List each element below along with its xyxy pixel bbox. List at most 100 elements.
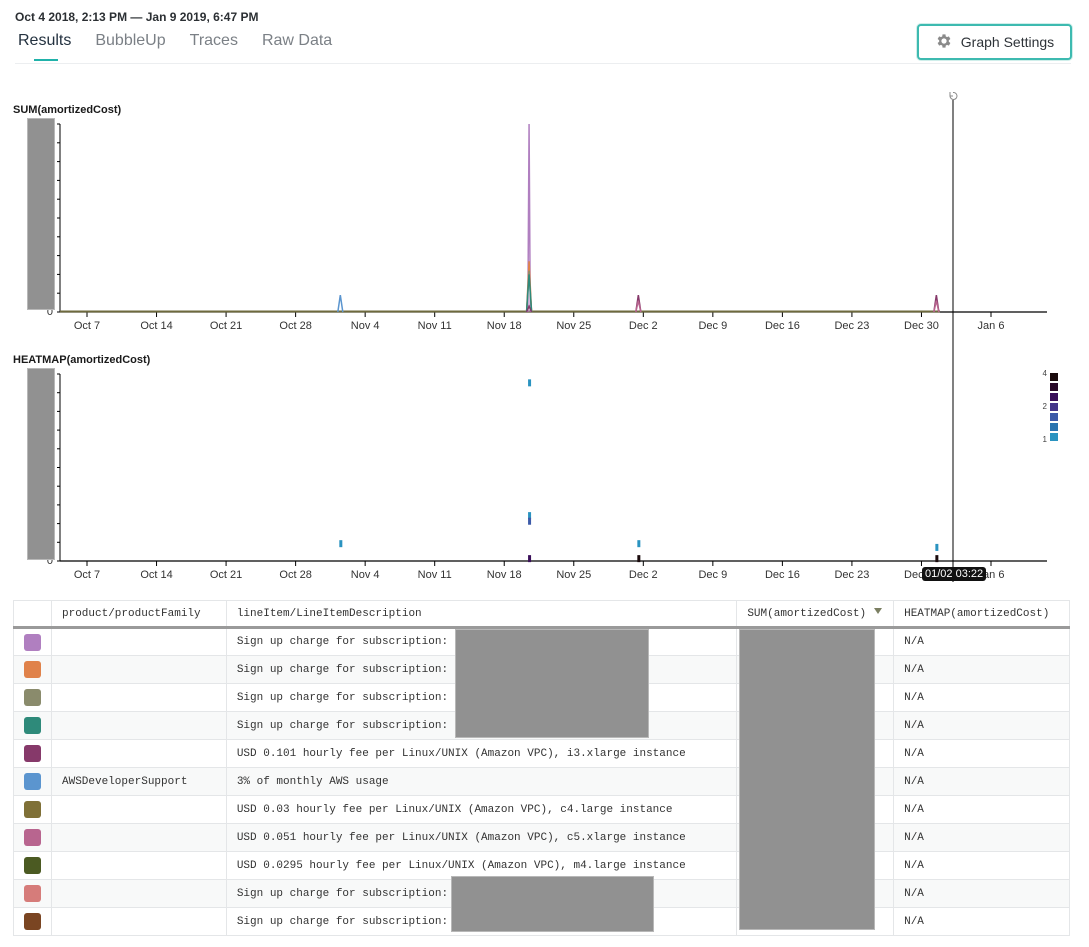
series-color-swatch[interactable] [24,857,41,874]
heatmap-cell [528,517,532,525]
reset-arrow [949,92,953,97]
row-color-cell [13,879,52,908]
x-tick-label: Oct 21 [210,569,242,581]
legend-label: 1 [1043,435,1048,444]
column-header-sum-label: SUM(amortizedCost) [747,607,867,620]
product-family-cell [51,655,227,684]
row-color-cell [13,655,52,684]
heatmap-cell [528,555,532,563]
x-tick-label: Nov 4 [351,320,380,332]
row-color-cell [13,907,52,936]
product-family-cell [51,683,227,712]
series-color-swatch[interactable] [24,913,41,930]
x-tick-label: Dec 23 [834,320,869,332]
description-redaction-bottom [451,876,654,932]
column-header-product-family[interactable]: product/productFamily [51,600,227,629]
heatmap-cell: N/A [893,851,1070,880]
product-family-cell [51,823,227,852]
heatmap-cell: N/A [893,767,1070,796]
cursor-line [949,91,958,582]
series-color-swatch[interactable] [24,829,41,846]
series-color-swatch[interactable] [24,885,41,902]
heatmap-cell: N/A [893,739,1070,768]
series-color-swatch[interactable] [24,801,41,818]
heatmap-cell: N/A [893,823,1070,852]
x-tick-label: Nov 11 [418,569,452,581]
x-tick-label: Dec 9 [698,569,727,581]
cursor-tooltip: 01/02 03:22 [922,567,987,581]
legend-swatch [1050,433,1058,441]
sum-chart: 0Oct 7 Oct 14 Oct 21 Oct 28 Nov 4 Nov 11 Nov 1… [47,123,1047,332]
x-tick-label: Oct 7 [74,320,100,332]
table-row[interactable]: USD 0.03 hourly fee per Linux/UNIX (Amaz… [13,795,1070,824]
heatmap-cell [935,555,939,563]
heatmap-cell: N/A [893,795,1070,824]
x-tick-label: Dec 30 [904,320,939,332]
product-family-cell [51,711,227,740]
table-row[interactable]: USD 0.051 hourly fee per Linux/UNIX (Ama… [13,823,1070,852]
x-tick-label: Oct 28 [279,569,311,581]
row-color-cell [13,711,52,740]
legend-swatch [1050,423,1058,431]
x-tick-label: Oct 21 [210,320,242,332]
heatmap-cell [935,543,939,551]
product-family-cell [51,879,227,908]
heatmap-cell [637,555,641,563]
series-color-swatch[interactable] [24,773,41,790]
series-color-swatch[interactable] [24,661,41,678]
table-row[interactable]: USD 0.101 hourly fee per Linux/UNIX (Ama… [13,739,1070,768]
heatmap-cell: N/A [893,879,1070,908]
series-color-swatch[interactable] [24,689,41,706]
sum-column-redaction [739,629,875,930]
legend-label: 2 [1043,402,1048,411]
product-family-cell [51,739,227,768]
table-row[interactable]: AWSDeveloperSupport 3% of monthly AWS usa… [13,767,1070,796]
product-family-cell [51,907,227,936]
description-cell: USD 0.051 hourly fee per Linux/UNIX (Ama… [225,823,738,852]
series-color-swatch[interactable] [24,633,41,651]
x-tick-label: Dec 23 [834,569,869,581]
column-header-sum-amortized-cost[interactable]: SUM(amortizedCost) [736,600,895,629]
description-cell: USD 0.101 hourly fee per Linux/UNIX (Ama… [225,739,738,768]
x-tick-label: Nov 18 [487,320,522,332]
heatmap-cell: N/A [893,907,1070,936]
x-tick-label: Oct 28 [279,320,311,332]
description-cell: USD 0.03 hourly fee per Linux/UNIX (Amaz… [225,795,738,824]
table-header-row: product/productFamily lineItem/LineItemD… [13,600,1070,629]
heatmap-chart: 0Oct 7 Oct 14 Oct 21 Oct 28 Nov 4 Nov 11 Nov 1… [47,373,1047,581]
x-tick-label: Nov 11 [418,320,452,332]
x-tick-label: Dec 16 [765,569,800,581]
series-color-swatch[interactable] [24,745,41,762]
product-family-cell [51,851,227,880]
legend-swatch [1050,403,1058,411]
heatmap-cell: N/A [893,683,1070,712]
description-redaction-top [455,629,649,738]
heatmap-cell: N/A [893,627,1070,656]
heatmap-cell: N/A [893,711,1070,740]
product-family-cell: AWSDeveloperSupport [51,767,227,796]
sort-desc-icon[interactable] [874,607,883,614]
column-header-line-item-description[interactable]: lineItem/LineItemDescription [225,600,738,629]
series-color-swatch[interactable] [24,717,41,734]
x-tick-label: Oct 7 [74,569,100,581]
row-color-cell [13,627,52,656]
heatmap-cell [637,540,641,548]
x-tick-label: Oct 14 [140,569,172,581]
description-cell: 3% of monthly AWS usage [225,767,738,796]
x-tick-label: Dec 9 [698,320,727,332]
row-color-cell [13,795,52,824]
heatmap-cell [528,379,532,387]
x-tick-label: Oct 14 [140,320,172,332]
x-tick-label: Nov 25 [556,320,591,332]
column-header-heatmap-amortized-cost[interactable]: HEATMAP(amortizedCost) [893,600,1070,629]
x-tick-label: Nov 18 [487,569,522,581]
legend-swatch [1050,413,1058,421]
legend-swatch [1050,383,1058,391]
product-family-cell [51,627,227,656]
reset-zoom-icon[interactable] [949,91,958,100]
charts-canvas[interactable]: 0Oct 7 Oct 14 Oct 21 Oct 28 Nov 4 Nov 11 Nov 1… [0,0,1089,600]
row-color-cell [13,823,52,852]
row-color-cell [13,739,52,768]
row-color-cell [13,851,52,880]
x-tick-label: Dec 16 [765,320,800,332]
